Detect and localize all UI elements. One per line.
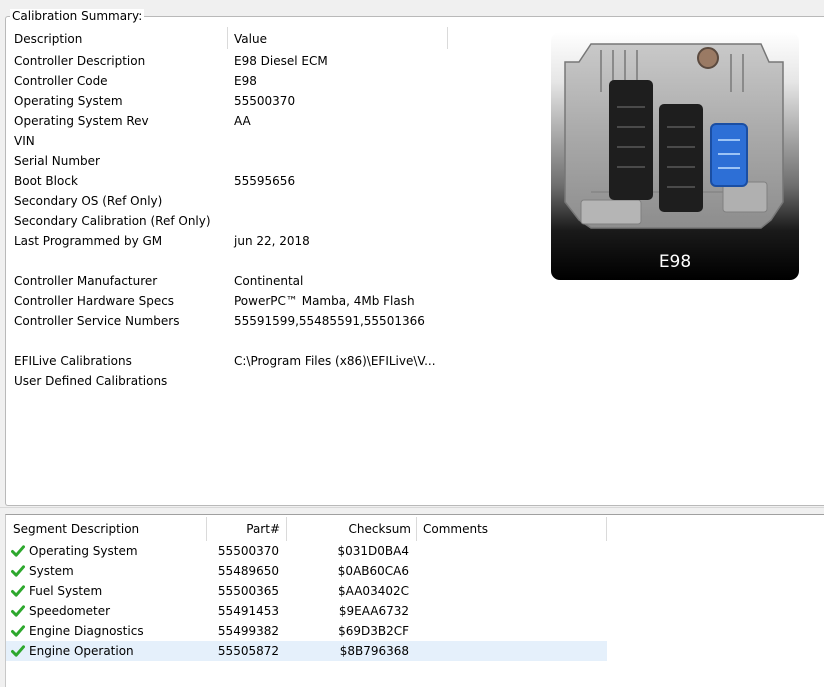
segment-name: Operating System [29,544,138,558]
summary-row-value: C:\Program Files (x86)\EFILive\V... [234,354,436,368]
green-check-icon [11,585,25,597]
segment-row[interactable]: System 55489650 $0AB60CA6 [6,561,607,581]
summary-row-description: Secondary Calibration (Ref Only) [14,214,211,228]
segment-checksum: $0AB60CA6 [337,564,409,578]
segment-checksum: $AA03402C [338,584,409,598]
summary-row-value: 55591599,55485591,55501366 [234,314,425,328]
summary-row-description: Operating System [14,94,123,108]
green-check-icon [11,605,25,617]
summary-row-value: jun 22, 2018 [234,234,310,248]
summary-col-description[interactable]: Description [14,31,82,47]
segment-header-separator[interactable] [286,517,287,541]
connector-3 [710,123,748,187]
summary-row-description: Boot Block [14,174,78,188]
summary-header-separator[interactable] [447,27,448,49]
segment-row[interactable]: Fuel System 55500365 $AA03402C [6,581,607,601]
green-check-icon [11,565,25,577]
summary-row-description: Operating System Rev [14,114,149,128]
summary-col-value[interactable]: Value [234,31,267,47]
summary-row-description: Serial Number [14,154,100,168]
summary-row-description: VIN [14,134,35,148]
summary-row-description: Secondary OS (Ref Only) [14,194,163,208]
segment-row[interactable]: Engine Operation 55505872 $8B796368 [6,641,607,661]
segment-header-separator[interactable] [416,517,417,541]
connector-1 [609,80,653,200]
segment-part-number: 55489650 [217,564,279,578]
summary-row-value: PowerPC™ Mamba, 4Mb Flash [234,294,415,308]
segment-name: Engine Operation [29,644,134,658]
segment-col-comments[interactable]: Comments [423,515,488,543]
green-check-icon [11,625,25,637]
summary-row-description: Controller Service Numbers [14,314,180,328]
summary-row-description: User Defined Calibrations [14,374,168,388]
connector-2 [659,104,703,212]
summary-row-value: Continental [234,274,304,288]
green-check-icon [11,645,25,657]
segment-part-number: 55500365 [217,584,279,598]
summary-row-description: EFILive Calibrations [14,354,132,368]
summary-row-value: E98 Diesel ECM [234,54,328,68]
ecm-label: E98 [658,252,692,272]
calibration-summary-title: Calibration Summary: [10,9,145,23]
segment-name: Speedometer [29,604,111,618]
summary-row-value: 55595656 [234,174,296,188]
summary-row-description: Controller Code [14,74,108,88]
segment-name: System [29,564,74,578]
segment-part-number: 55491453 [217,604,279,618]
segment-part-number: 55500370 [217,544,279,558]
summary-row-description: Last Programmed by GM [14,234,163,248]
segment-header-separator[interactable] [606,517,607,541]
segment-row[interactable]: Speedometer 55491453 $9EAA6732 [6,601,607,621]
segment-header-separator[interactable] [206,517,207,541]
segment-row[interactable]: Operating System 55500370 $031D0BA4 [6,541,607,561]
segment-part-number: 55505872 [217,644,279,658]
summary-row-value: E98 [234,74,257,88]
summary-header-separator[interactable] [227,27,228,49]
segment-col-checksum[interactable]: Checksum [349,515,411,543]
summary-row-value: AA [234,114,251,128]
panel-splitter[interactable] [0,507,824,513]
segment-part-number: 55499382 [217,624,279,638]
segment-row[interactable]: Engine Diagnostics 55499382 $69D3B2CF [6,621,607,641]
summary-row-description: Controller Description [14,54,146,68]
summary-row-description: Controller Manufacturer [14,274,158,288]
segment-checksum: $69D3B2CF [338,624,409,638]
ecm-image: E98 [551,32,799,280]
segment-checksum: $031D0BA4 [337,544,410,558]
green-check-icon [11,545,25,557]
segment-name: Engine Diagnostics [29,624,144,638]
segment-col-part[interactable]: Part# [246,515,280,543]
ecm-module-illustration [564,43,784,229]
summary-row-description: Controller Hardware Specs [14,294,175,308]
segment-name: Fuel System [29,584,103,598]
segment-col-description[interactable]: Segment Description [13,515,139,543]
segment-checksum: $8B796368 [339,644,409,658]
segment-checksum: $9EAA6732 [338,604,409,618]
summary-row-value: 55500370 [234,94,296,108]
